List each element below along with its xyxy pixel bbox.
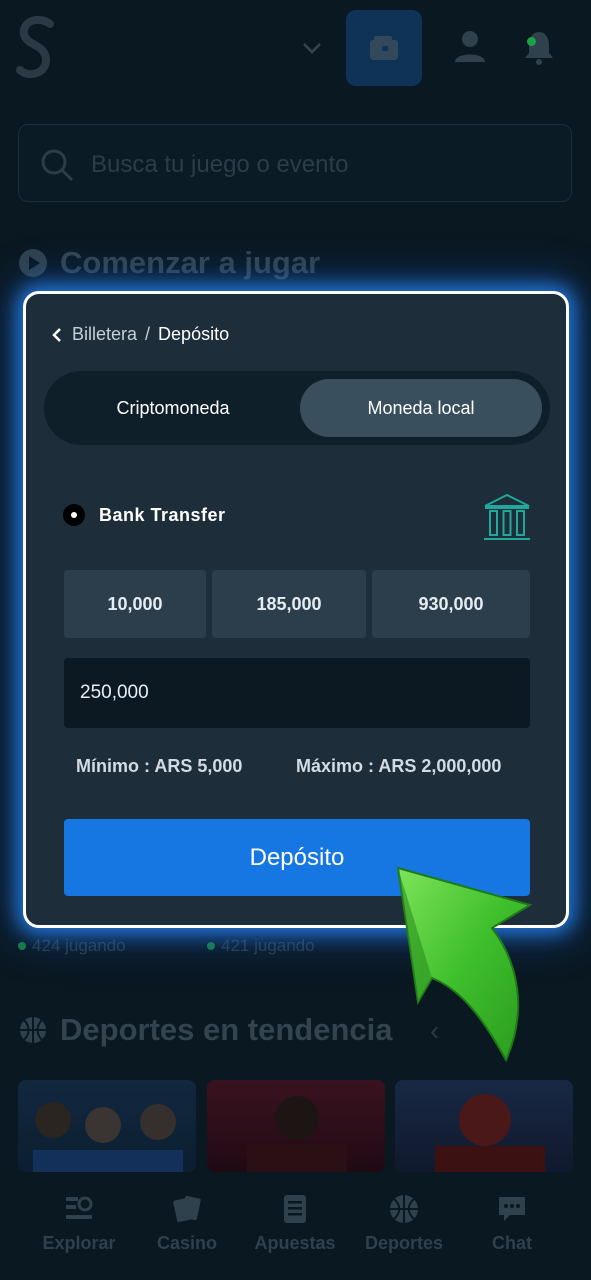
pointer-arrow-icon [396, 866, 533, 1063]
tab-crypto[interactable]: Criptomoneda [52, 379, 294, 437]
online-dot [18, 942, 26, 950]
nav-label: Casino [156, 1233, 217, 1253]
player-image [247, 1096, 347, 1172]
sport-card[interactable] [395, 1080, 573, 1172]
section-title: Deportes en tendencia [60, 1012, 393, 1047]
explore-icon [66, 1196, 93, 1219]
players-image [33, 1102, 183, 1172]
playing-count: 424 jugando [18, 936, 126, 956]
sport-card[interactable] [207, 1080, 385, 1172]
wallet-button[interactable] [346, 10, 422, 86]
quick-amount-button[interactable]: 930,000 [372, 570, 530, 638]
chevron-left-icon[interactable] [50, 327, 64, 342]
playing-count-text: 424 jugando [32, 936, 126, 955]
search-bar[interactable]: Busca tu juego o evento [18, 124, 572, 202]
playing-count-text: 421 jugando [221, 936, 315, 955]
breadcrumb-wallet-link[interactable]: Billetera [72, 324, 137, 345]
section-trending-sports: Deportes en tendencia [18, 1010, 392, 1050]
section-start-playing: Comenzar a jugar [18, 243, 320, 283]
search-input[interactable]: Busca tu juego o evento [91, 151, 349, 179]
quick-amount-button[interactable]: 10,000 [64, 570, 206, 638]
nav-label: Apuestas [254, 1233, 336, 1253]
nav-label: Deportes [364, 1233, 444, 1253]
chevron-down-icon[interactable] [300, 36, 324, 60]
play-icon [19, 249, 47, 277]
search-icon [41, 149, 74, 182]
section-title: Comenzar a jugar [60, 245, 321, 280]
player-image [435, 1094, 545, 1172]
maximum-limit: Máximo : ARS 2,000,000 [296, 756, 502, 776]
wallet-icon [370, 36, 398, 60]
breadcrumb-current: Depósito [158, 324, 230, 344]
s-logo-icon[interactable] [14, 14, 60, 82]
playing-count: 421 jugando [207, 936, 315, 956]
payment-method-label: Bank Transfer [99, 504, 226, 525]
nav-sports[interactable]: Deportes [354, 1193, 454, 1254]
notification-dot [527, 37, 536, 46]
nav-bets[interactable]: Apuestas [245, 1193, 345, 1254]
radio-selected[interactable] [63, 504, 85, 526]
quick-amount-button[interactable]: 185,000 [212, 570, 366, 638]
chat-icon [499, 1197, 525, 1221]
nav-label: Chat [492, 1233, 532, 1253]
minimum-limit: Mínimo : ARS 5,000 [76, 756, 243, 776]
tab-local-currency[interactable]: Moneda local [300, 379, 542, 437]
deposit-modal: Billetera / Depósito Criptomoneda Moneda… [23, 291, 569, 928]
cards-icon [173, 1195, 201, 1223]
online-dot [207, 942, 215, 950]
amount-input[interactable]: 250,000 [64, 658, 530, 728]
basketball-icon [390, 1195, 418, 1223]
nav-explore[interactable]: Explorar [29, 1193, 129, 1254]
nav-chat[interactable]: Chat [462, 1193, 562, 1254]
user-icon[interactable] [452, 28, 488, 64]
breadcrumb: Billetera / Depósito [50, 324, 229, 345]
radio-dot [71, 512, 77, 518]
nav-label: Explorar [42, 1233, 116, 1253]
basketball-icon [20, 1017, 46, 1043]
payment-method-option[interactable]: Bank Transfer [63, 504, 226, 526]
bank-icon [484, 493, 530, 540]
breadcrumb-separator: / [145, 324, 151, 344]
bell-icon[interactable] [520, 28, 558, 66]
nav-casino[interactable]: Casino [137, 1193, 237, 1254]
currency-tabs: Criptomoneda Moneda local [44, 371, 550, 445]
sport-card[interactable] [18, 1080, 196, 1172]
betslip-icon [284, 1195, 306, 1223]
bottom-nav: Explorar Casino Apuestas Deportes Chat [0, 1175, 591, 1280]
top-bar [0, 0, 591, 95]
